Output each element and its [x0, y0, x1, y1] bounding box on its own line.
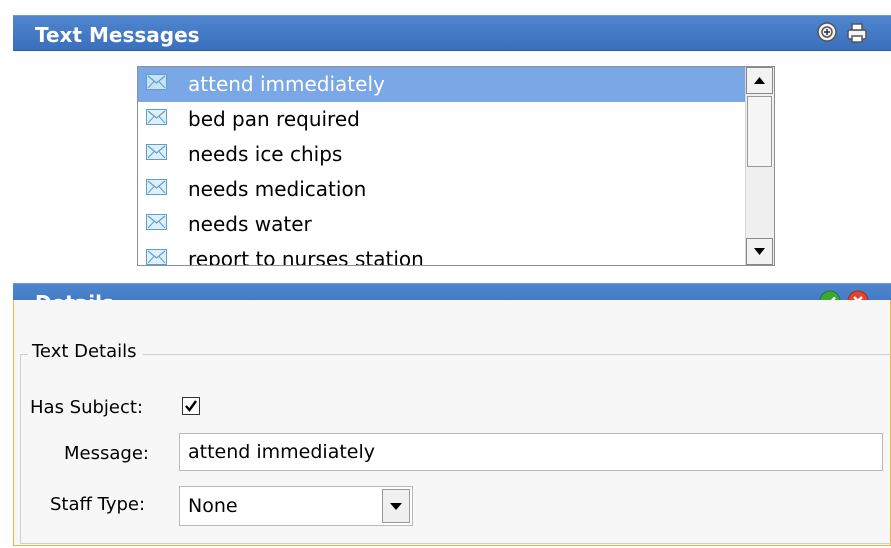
envelope-icon — [146, 109, 167, 125]
staff-type-value: None — [188, 495, 238, 517]
arrow-down-icon — [754, 248, 765, 255]
envelope-icon — [146, 214, 167, 230]
list-item[interactable]: needs ice chips — [138, 137, 746, 172]
envelope-icon — [146, 74, 167, 90]
envelope-icon — [146, 249, 167, 265]
list-item[interactable]: bed pan required — [138, 102, 746, 137]
staff-type-label: Staff Type: — [50, 494, 146, 515]
message-label: Message: — [64, 443, 149, 464]
list-item[interactable]: needs medication — [138, 172, 746, 207]
scroll-up-button[interactable] — [746, 67, 773, 94]
list-item-label: attend immediately — [188, 72, 385, 96]
text-details-legend: Text Details — [28, 341, 143, 362]
scrollbar-thumb[interactable] — [747, 96, 772, 167]
list-item-label: needs ice chips — [188, 142, 343, 166]
scroll-down-button[interactable] — [746, 238, 773, 265]
message-field[interactable]: attend immediately — [179, 433, 883, 471]
arrow-up-icon — [754, 77, 765, 84]
list-item-label: report to nurses station — [188, 247, 424, 266]
list-item-label: needs medication — [188, 177, 367, 201]
list-item[interactable]: attend immediately — [138, 67, 746, 102]
chevron-down-icon — [390, 503, 402, 510]
has-subject-label: Has Subject: — [30, 397, 144, 418]
text-messages-header: Text Messages — [13, 15, 891, 51]
envelope-icon — [146, 179, 167, 195]
list-item-label: bed pan required — [188, 107, 360, 131]
list-item[interactable]: needs water — [138, 207, 746, 242]
staff-type-select[interactable]: None — [179, 486, 413, 526]
list-item[interactable]: report to nurses station — [138, 242, 746, 266]
text-messages-list[interactable]: attend immediately bed pan required need… — [137, 66, 775, 266]
print-icon[interactable] — [845, 21, 869, 49]
checkmark-icon — [185, 400, 197, 412]
dropdown-button[interactable] — [382, 489, 410, 523]
add-icon[interactable] — [816, 21, 838, 47]
list-item-label: needs water — [188, 212, 312, 236]
envelope-icon — [146, 144, 167, 160]
text-messages-title: Text Messages — [35, 23, 200, 47]
list-scrollbar[interactable] — [745, 67, 774, 265]
has-subject-checkbox[interactable] — [182, 397, 200, 415]
